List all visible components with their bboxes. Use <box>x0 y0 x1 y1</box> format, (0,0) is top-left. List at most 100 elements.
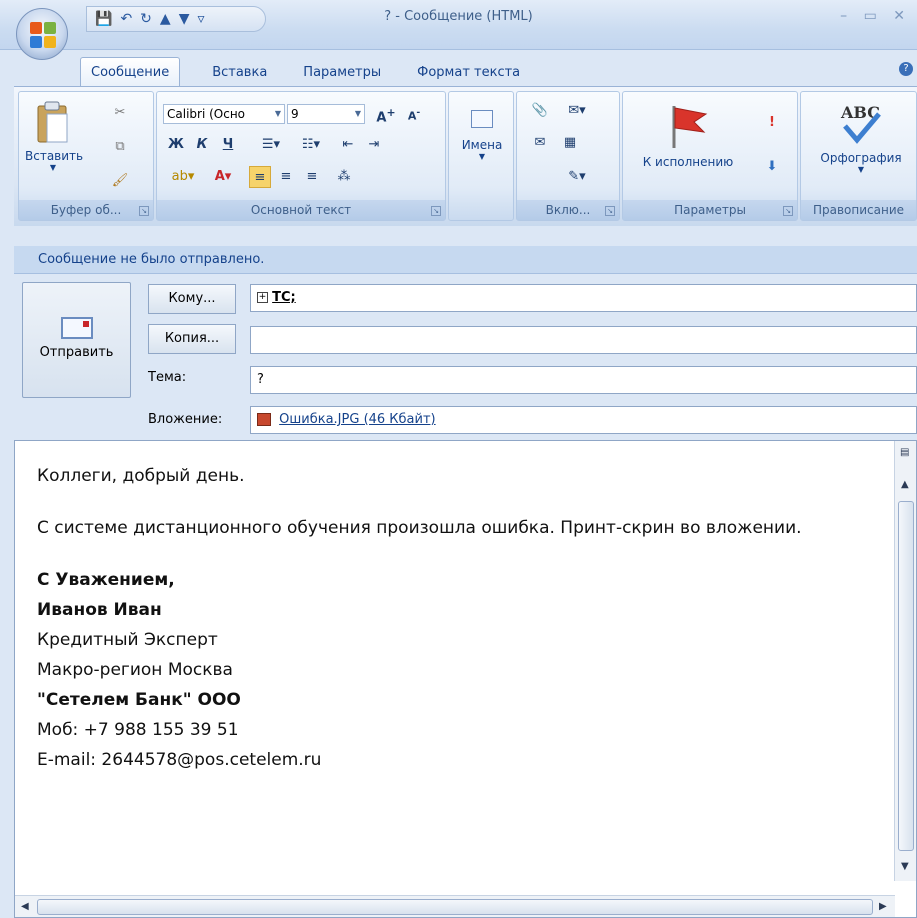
group-proofing: ABC Орфография ▼ Правописание <box>800 91 917 221</box>
signature-mobile: Моб: +7 988 155 39 51 <box>37 720 239 740</box>
font-color-icon[interactable]: A▾ <box>205 166 241 188</box>
attach-file-icon[interactable]: 📎 <box>529 100 551 122</box>
ruler-toggle-icon[interactable]: ▤ <box>900 447 909 458</box>
clipboard-group-label: Буфер об... <box>19 200 153 220</box>
options-group-label: Параметры <box>623 200 797 220</box>
underline-button[interactable]: Ч <box>217 134 239 156</box>
numbering-icon[interactable]: ☷▾ <box>293 134 329 156</box>
send-label: Отправить <box>39 345 114 360</box>
follow-up-label: К исполнению <box>642 155 734 169</box>
format-painter-icon[interactable]: 🖌 <box>109 170 131 192</box>
tab-insert[interactable]: Вставка <box>208 60 271 86</box>
attachment-link[interactable]: Ошибка.JPG (46 Кбайт) <box>279 412 435 427</box>
grow-font-icon[interactable]: A+ <box>375 102 397 125</box>
decrease-indent-icon[interactable]: ⇤ <box>337 134 359 156</box>
align-left-icon[interactable]: ≡ <box>249 166 271 188</box>
subject-field[interactable]: ? <box>250 366 917 394</box>
align-right-icon[interactable]: ≡ <box>301 166 323 188</box>
group-basic-text: Calibri (Осно ▼ 9 ▼ A+ A- Ж К Ч ☰▾ ☷▾ ⇤ ⇥ … <box>156 91 446 221</box>
subject-label: Тема: <box>148 370 187 385</box>
copy-icon[interactable]: ⧉ <box>109 136 131 158</box>
attachment-field: Ошибка.JPG (46 Кбайт) <box>250 406 917 434</box>
increase-indent-icon[interactable]: ⇥ <box>363 134 385 156</box>
spelling-dropdown-icon: ▼ <box>857 165 865 174</box>
help-icon[interactable]: ? <box>899 62 913 76</box>
vertical-scrollbar[interactable]: ▤ ▲ ▼ <box>894 441 916 881</box>
bold-button[interactable]: Ж <box>165 134 187 156</box>
names-dropdown-icon: ▼ <box>478 152 486 161</box>
scroll-down-icon[interactable]: ▼ <box>901 861 909 872</box>
regards-line: С Уважением, <box>37 570 175 590</box>
to-field[interactable]: + TC; <box>250 284 917 312</box>
to-button[interactable]: Кому... <box>148 284 236 314</box>
italic-button[interactable]: К <box>191 134 213 156</box>
options-launcher-icon[interactable]: ↘ <box>783 206 793 216</box>
low-importance-icon[interactable]: ⬇ <box>761 156 783 178</box>
send-button[interactable]: Отправить <box>22 282 131 398</box>
greeting-line: Коллеги, добрый день. <box>37 466 245 486</box>
bullets-icon[interactable]: ☰▾ <box>253 134 289 156</box>
names-button[interactable]: Имена ▼ <box>455 106 509 161</box>
group-include: 📎 ✉▾ ✉ ▦ ✎▾ Вклю... ↘ <box>516 91 620 221</box>
tab-format-text[interactable]: Формат текста <box>413 60 524 86</box>
cut-icon[interactable]: ✂ <box>109 102 131 124</box>
group-options: К исполнению ! ⬇ Параметры ↘ <box>622 91 798 221</box>
message-body[interactable]: Коллеги, добрый день. С системе дистанци… <box>14 440 917 918</box>
office-button[interactable] <box>16 8 68 60</box>
vertical-scroll-thumb[interactable] <box>898 501 914 851</box>
paste-icon <box>37 101 68 143</box>
high-importance-icon[interactable]: ! <box>761 112 783 134</box>
signature-icon[interactable]: ✎▾ <box>559 166 595 188</box>
follow-up-button[interactable]: К исполнению <box>629 102 747 170</box>
include-launcher-icon[interactable]: ↘ <box>605 206 615 216</box>
spelling-check-icon: ABC <box>840 103 881 144</box>
font-size-combo[interactable]: 9 ▼ <box>287 104 365 124</box>
proofing-group-label: Правописание <box>801 200 916 220</box>
styles-icon[interactable]: ⁂ <box>333 166 355 188</box>
horizontal-scrollbar[interactable]: ◀ ▶ <box>15 895 895 917</box>
paste-label: Вставить <box>25 149 84 163</box>
office-logo-icon <box>30 22 56 48</box>
clipboard-launcher-icon[interactable]: ↘ <box>139 206 149 216</box>
signature-name: Иванов Иван <box>37 600 162 620</box>
tab-options[interactable]: Параметры <box>299 60 385 86</box>
group-names: Имена ▼ <box>448 91 514 221</box>
address-book-icon <box>471 110 493 128</box>
message-text[interactable]: Коллеги, добрый день. С системе дистанци… <box>37 461 887 775</box>
shrink-font-icon[interactable]: A- <box>403 102 425 124</box>
send-envelope-icon <box>60 317 93 339</box>
horizontal-scroll-thumb[interactable] <box>37 899 873 915</box>
ribbon: Вставить ▼ ✂ ⧉ 🖌 Буфер об... ↘ Calibri (… <box>14 86 917 226</box>
include-group-label: Вклю... <box>517 200 619 220</box>
basic-text-launcher-icon[interactable]: ↘ <box>431 206 441 216</box>
basic-text-group-label: Основной текст <box>157 200 445 220</box>
scroll-right-icon[interactable]: ▶ <box>879 901 887 912</box>
font-name-combo[interactable]: Calibri (Осно ▼ <box>163 104 285 124</box>
signature-region: Макро-регион Москва <box>37 660 233 680</box>
scroll-up-icon[interactable]: ▲ <box>901 479 909 490</box>
paste-dropdown-icon: ▼ <box>49 163 57 172</box>
scroll-left-icon[interactable]: ◀ <box>21 901 29 912</box>
business-card-icon[interactable]: ✉ <box>529 132 551 154</box>
signature-position: Кредитный Эксперт <box>37 630 218 650</box>
info-bar: Сообщение не было отправлено. <box>14 246 917 274</box>
highlight-icon[interactable]: ab▾ <box>165 166 201 188</box>
cc-button[interactable]: Копия... <box>148 324 236 354</box>
tab-message[interactable]: Сообщение <box>80 57 181 87</box>
calendar-icon[interactable]: ▦ <box>559 132 581 154</box>
window-controls[interactable]: – ▭ ✕ <box>840 8 911 24</box>
names-label: Имена <box>461 138 503 152</box>
attach-item-icon[interactable]: ✉▾ <box>559 100 595 122</box>
paste-button[interactable]: Вставить ▼ <box>25 100 84 172</box>
flag-icon <box>672 106 708 148</box>
chevron-down-icon: ▼ <box>274 109 281 118</box>
cc-field[interactable] <box>250 326 917 354</box>
spelling-label: Орфография <box>820 151 902 165</box>
align-center-icon[interactable]: ≡ <box>275 166 297 188</box>
expand-icon[interactable]: + <box>257 292 268 303</box>
spelling-button[interactable]: ABC Орфография ▼ <box>805 100 917 174</box>
signature-email: E-mail: 2644578@pos.cetelem.ru <box>37 750 322 770</box>
attachment-label: Вложение: <box>148 412 223 427</box>
chevron-down-icon: ▼ <box>354 109 361 118</box>
recipient-value[interactable]: TC; <box>272 290 296 305</box>
